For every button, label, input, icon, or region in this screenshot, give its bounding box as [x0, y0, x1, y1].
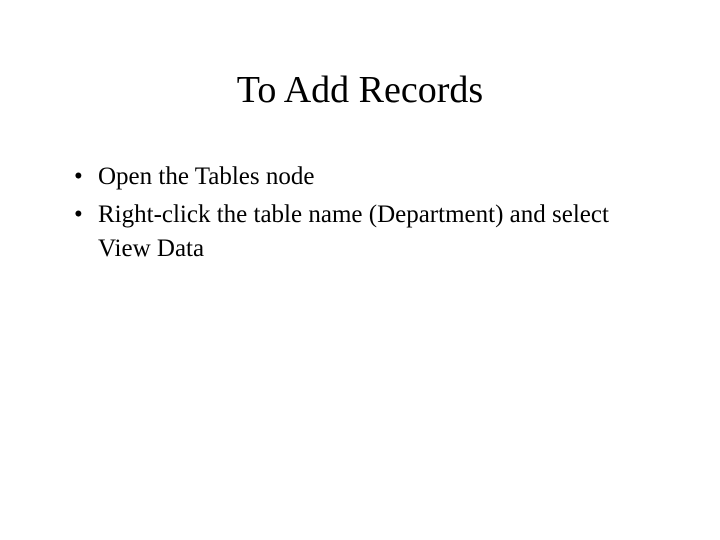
- list-item: Right-click the table name (Department) …: [70, 198, 660, 266]
- list-item: Open the Tables node: [70, 160, 660, 194]
- slide-container: To Add Records Open the Tables node Righ…: [0, 0, 720, 540]
- bullet-list: Open the Tables node Right-click the tab…: [60, 160, 660, 265]
- slide-title: To Add Records: [60, 68, 660, 112]
